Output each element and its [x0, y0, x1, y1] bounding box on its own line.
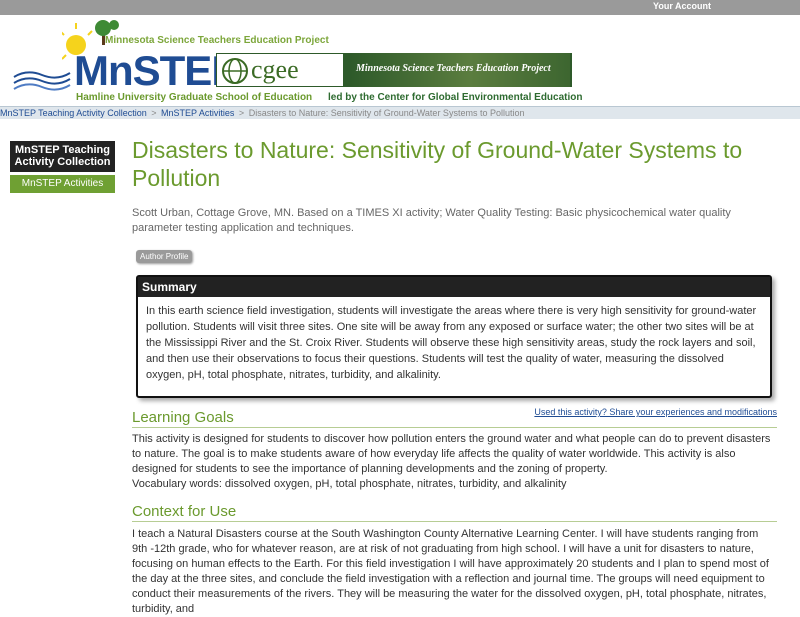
site-banner: Minnesota Science Teachers Education Pro… — [0, 15, 800, 105]
summary-body: In this earth science field investigatio… — [146, 305, 757, 381]
sidebar-collection-link[interactable]: MnSTEP Teaching Activity Collection — [10, 141, 115, 172]
main-content: Disasters to Nature: Sensitivity of Grou… — [132, 132, 777, 615]
author-byline: Scott Urban, Cottage Grove, MN. Based on… — [132, 207, 731, 234]
hamline-text: Hamline University Graduate School of Ed… — [76, 92, 313, 103]
sidebar: MnSTEP Teaching Activity Collection MnST… — [10, 141, 115, 193]
breadcrumb: MnSTEP Teaching Activity Collection > Mn… — [0, 106, 800, 119]
breadcrumb-activities-link[interactable]: MnSTEP Activities — [161, 108, 234, 118]
cgee-wordmark: cgee — [251, 55, 299, 84]
cgee-banner[interactable]: cgee Minnesota Science Teachers Educatio… — [216, 53, 572, 87]
context-heading: Context for Use — [132, 503, 777, 522]
mnstep-wordmark: MnSTEP — [74, 47, 239, 94]
cgee-logo: cgee — [216, 53, 344, 87]
vocabulary-text: Vocabulary words: dissolved oxygen, pH, … — [132, 478, 567, 490]
summary-box: Summary In this earth science field inve… — [136, 275, 772, 398]
page-title: Disasters to Nature: Sensitivity of Grou… — [132, 137, 743, 191]
learning-goals-body: This activity is designed for students t… — [132, 433, 771, 475]
mnstep-logo[interactable]: Minnesota Science Teachers Education Pro… — [8, 15, 329, 105]
breadcrumb-separator: > — [151, 108, 157, 118]
breadcrumb-current: Disasters to Nature: Sensitivity of Grou… — [248, 108, 525, 118]
sidebar-activities-link[interactable]: MnSTEP Activities — [10, 175, 115, 193]
your-account-link[interactable]: Your Account — [653, 1, 711, 11]
author-profile-button[interactable]: Author Profile — [136, 250, 193, 263]
summary-heading: Summary — [138, 277, 770, 297]
breadcrumb-separator: > — [238, 108, 245, 118]
breadcrumb-collection-link[interactable]: MnSTEP Teaching Activity Collection — [0, 108, 147, 118]
led-by-text: led by the Center for Global Environment… — [328, 92, 583, 103]
mnstep-tagline: Minnesota Science Teachers Education Pro… — [105, 35, 329, 46]
context-body: I teach a Natural Disasters course at th… — [132, 528, 769, 615]
learning-goals-heading: Learning Goals — [132, 409, 777, 428]
cgee-tagline: Minnesota Science Teachers Education Pro… — [356, 63, 551, 74]
top-bar: Your Account — [0, 0, 800, 15]
water-waves-icon — [13, 71, 71, 91]
globe-icon — [222, 58, 248, 84]
